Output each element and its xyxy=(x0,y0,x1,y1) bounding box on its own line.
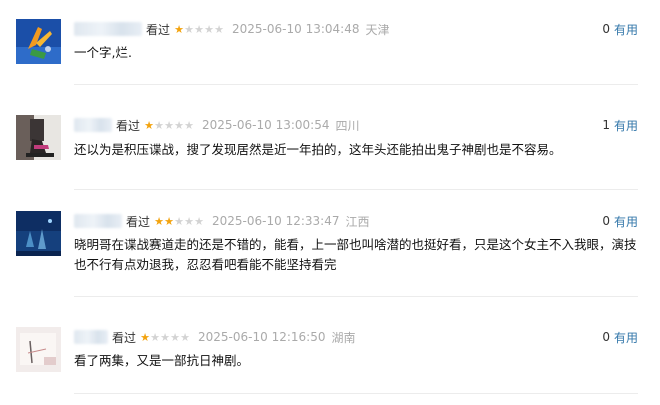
comment-time: 2025-06-10 12:33:47 xyxy=(212,214,340,228)
watched-status: 看过 xyxy=(126,214,151,229)
vote-count: 0 xyxy=(602,330,610,344)
rating-stars: ★ ★ ★ ★ ★ xyxy=(154,216,204,227)
comment-time: 2025-06-10 13:00:54 xyxy=(202,118,330,132)
comment-meta: 看过 ★ ★ ★ ★ ★ 2025-06-10 13:04:48 天津 xyxy=(74,19,389,39)
comment-meta: 看过 ★ ★ ★ ★ ★ 2025-06-10 13:00:54 四川 xyxy=(74,115,359,135)
user-name[interactable] xyxy=(74,22,142,36)
user-name[interactable] xyxy=(74,118,112,132)
star-icon: ★ xyxy=(184,214,194,228)
star-icon: ★ xyxy=(194,214,204,228)
comment-time: 2025-06-10 13:04:48 xyxy=(232,22,360,36)
star-icon: ★ xyxy=(180,330,190,344)
star-icon: ★ xyxy=(164,214,174,228)
star-icon: ★ xyxy=(170,330,180,344)
watched-status: 看过 xyxy=(116,118,141,133)
comment-text: 还以为是积压谍战，搜了发现居然是近一年拍的，这年头还能拍出鬼子神剧也是不容易。 xyxy=(74,142,562,157)
divider xyxy=(74,84,638,85)
comment-location: 天津 xyxy=(365,22,390,37)
useful-button[interactable]: 有用 xyxy=(614,117,638,134)
vote-count: 0 xyxy=(602,22,610,36)
divider xyxy=(74,393,638,394)
comment-list: 看过 ★ ★ ★ ★ ★ 2025-06-10 13:04:48 天津 0 有用… xyxy=(0,0,660,405)
star-icon: ★ xyxy=(214,22,224,36)
vote-area: 0 有用 xyxy=(602,19,638,39)
vote-count: 0 xyxy=(602,214,610,228)
rating-stars: ★ ★ ★ ★ ★ xyxy=(140,332,190,343)
avatar[interactable] xyxy=(16,19,61,64)
star-icon: ★ xyxy=(150,330,160,344)
star-icon: ★ xyxy=(140,330,150,344)
star-icon: ★ xyxy=(174,22,184,36)
comment-text: 一个字,烂. xyxy=(74,45,132,60)
watched-status: 看过 xyxy=(146,22,171,37)
rating-stars: ★ ★ ★ ★ ★ xyxy=(174,24,224,35)
star-icon: ★ xyxy=(174,214,184,228)
star-icon: ★ xyxy=(174,118,184,132)
avatar[interactable] xyxy=(16,115,61,160)
star-icon: ★ xyxy=(164,118,174,132)
vote-area: 0 有用 xyxy=(602,327,638,347)
avatar[interactable] xyxy=(16,327,61,372)
useful-button[interactable]: 有用 xyxy=(614,329,638,346)
comment-meta: 看过 ★ ★ ★ ★ ★ 2025-06-10 12:33:47 江西 xyxy=(74,211,369,231)
comment-text: 晓明哥在谍战赛道走的还是不错的，能看，上一部也叫啥潜的也挺好看，只是这个女主不入… xyxy=(74,237,637,272)
vote-area: 1 有用 xyxy=(602,115,638,135)
divider xyxy=(74,189,638,190)
comment-location: 四川 xyxy=(335,118,360,133)
vote-count: 1 xyxy=(602,118,610,132)
star-icon: ★ xyxy=(204,22,214,36)
avatar[interactable] xyxy=(16,211,61,256)
star-icon: ★ xyxy=(184,118,194,132)
star-icon: ★ xyxy=(194,22,204,36)
comment-text: 看了两集，又是一部抗日神剧。 xyxy=(74,353,250,368)
star-icon: ★ xyxy=(154,118,164,132)
star-icon: ★ xyxy=(184,22,194,36)
comment-location: 湖南 xyxy=(331,330,356,345)
useful-button[interactable]: 有用 xyxy=(614,213,638,230)
comment-time: 2025-06-10 12:16:50 xyxy=(198,330,326,344)
vote-area: 0 有用 xyxy=(602,211,638,231)
useful-button[interactable]: 有用 xyxy=(614,21,638,38)
star-icon: ★ xyxy=(160,330,170,344)
user-name[interactable] xyxy=(74,214,122,228)
divider xyxy=(74,296,638,297)
star-icon: ★ xyxy=(154,214,164,228)
comment-meta: 看过 ★ ★ ★ ★ ★ 2025-06-10 12:16:50 湖南 xyxy=(74,327,355,347)
user-name[interactable] xyxy=(74,330,108,344)
watched-status: 看过 xyxy=(112,330,137,345)
comment-location: 江西 xyxy=(345,214,370,229)
rating-stars: ★ ★ ★ ★ ★ xyxy=(144,120,194,131)
star-icon: ★ xyxy=(144,118,154,132)
